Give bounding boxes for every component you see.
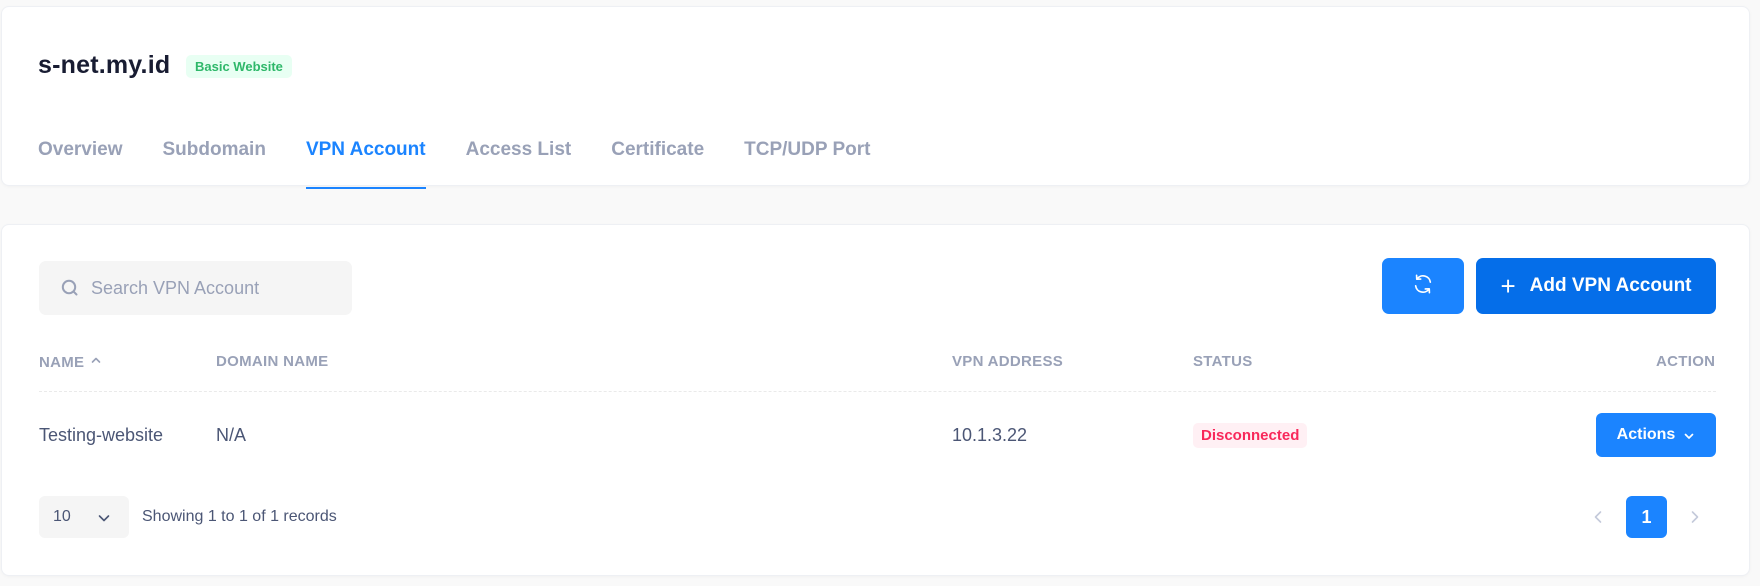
search-box[interactable] [39,261,352,315]
column-header-domain[interactable]: DOMAIN NAME [216,353,328,370]
cell-name: Testing-website [39,425,164,445]
records-summary: Showing 1 to 1 of 1 records [142,508,337,525]
page-size-select[interactable]: 10 [39,496,129,538]
search-input[interactable] [91,277,331,299]
cell-domain: N/A [216,425,247,445]
column-header-name[interactable]: NAME [39,353,102,371]
site-header-card: s-net.my.id Basic Website Overview Subdo… [1,6,1750,189]
column-header-action: ACTION [1656,353,1716,370]
search-icon [61,279,79,297]
plus-icon: + [1500,271,1516,301]
column-header-name-label: NAME [39,354,85,371]
chevron-left-icon[interactable] [1588,507,1608,527]
add-vpn-account-button[interactable]: + Add VPN Account [1476,258,1716,314]
tab-certificate[interactable]: Certificate [611,139,704,187]
cell-vpn-address: 10.1.3.22 [952,425,1028,445]
tab-subdomain[interactable]: Subdomain [163,139,266,187]
chevron-down-icon [97,511,111,525]
actions-label: Actions [1616,426,1676,443]
pagination-page-current[interactable]: 1 [1626,496,1667,538]
tab-vpn-account[interactable]: VPN Account [305,139,426,189]
table-header-divider [39,391,1716,392]
site-title: s-net.my.id [38,51,171,79]
column-header-status[interactable]: STATUS [1193,353,1253,370]
chevron-right-icon[interactable] [1685,507,1705,527]
page-size-value: 10 [53,508,71,525]
actions-dropdown-button[interactable]: Actions [1596,413,1716,457]
status-badge: Disconnected [1193,423,1308,448]
tab-bar: Overview Subdomain VPN Account Access Li… [38,139,910,189]
sort-asc-icon [90,353,102,365]
refresh-icon [1412,273,1434,300]
tab-access-list[interactable]: Access List [466,139,572,187]
column-header-vpn-address[interactable]: VPN ADDRESS [952,353,1063,370]
tab-tcp-udp-port[interactable]: TCP/UDP Port [744,139,870,187]
plan-badge: Basic Website [186,55,292,78]
refresh-button[interactable] [1382,258,1464,314]
vpn-accounts-card: + Add VPN Account NAME DOMAIN NAME VPN A… [1,224,1750,576]
chevron-down-icon [1683,429,1695,441]
tab-overview[interactable]: Overview [38,139,123,187]
add-vpn-account-label: Add VPN Account [1529,275,1692,296]
